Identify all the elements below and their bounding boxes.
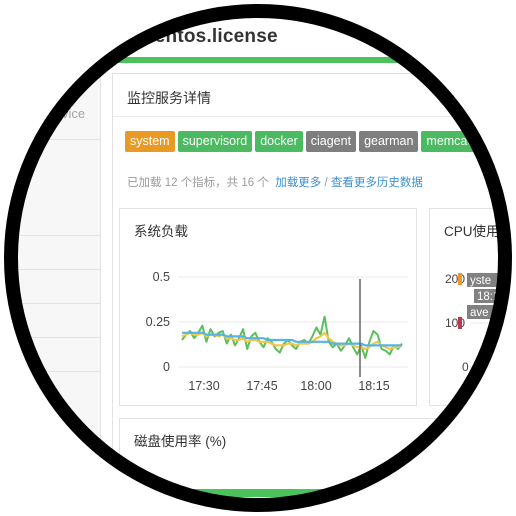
sidebar: vice [0, 63, 101, 516]
cpu-y-tick: 0 [462, 360, 469, 374]
service-tag-gearman[interactable]: gearman [359, 131, 419, 152]
metrics-count-text: 已加载 12 个指标，共 16 个 [127, 177, 269, 189]
system-load-chart[interactable]: 0.5 0.25 0 17:30 17:45 18:00 18:15 [120, 209, 416, 405]
metrics-summary: 已加载 12 个指标，共 16 个 加载更多 / 查看更多历史数据 [127, 174, 423, 190]
load-x-tick-label: 17:30 [188, 379, 219, 393]
page-title-prefix: i: [132, 26, 144, 47]
cpu-usage-chart[interactable]: 200 100 0 yste 18:1( ave [430, 209, 516, 405]
load-x-tick-label: 18:15 [358, 379, 389, 393]
cpu-tooltip-text: yste [470, 275, 491, 287]
sidebar-divider [0, 269, 100, 270]
sidebar-divider [0, 139, 100, 140]
history-data-link[interactable]: 查看更多历史数据 [331, 177, 423, 189]
panel-title: 监控服务详情 [127, 90, 211, 106]
service-tag-list: system supervisord docker ciagent gearman mem… [125, 131, 482, 153]
panel-header: 监控服务详情 [113, 74, 516, 117]
cpu-y-tick: 200 [445, 272, 465, 286]
load-y-tick-label: 0 [163, 360, 170, 374]
load-more-link[interactable]: 加载更多 [275, 177, 321, 189]
disk-usage-card: 磁盘使用率 (%) [119, 418, 516, 516]
cpu-tooltip-text: ave [470, 307, 489, 319]
cpu-legend-swatch [458, 317, 462, 329]
load-y-tick-label: 0.25 [146, 315, 170, 329]
service-detail-panel: 监控服务详情 system supervisord docker ciagent gea… [112, 73, 516, 516]
disk-usage-bar [130, 489, 430, 497]
sidebar-divider [0, 235, 100, 236]
service-tag-docker[interactable]: docker [255, 131, 303, 152]
cpu-tooltip-text: 18:1( [477, 291, 503, 303]
cpu-y-tick: 100 [445, 316, 465, 330]
service-tag-system[interactable]: system [125, 131, 175, 152]
load-y-tick-label: 0.5 [153, 270, 170, 284]
screen: i: centos.license vice 监控服务详情 system supe… [0, 0, 516, 516]
service-tag-memcac[interactable]: memcac [421, 131, 479, 152]
sidebar-divider [0, 303, 100, 304]
load-x-tick-label: 18:00 [300, 379, 331, 393]
status-bar [60, 57, 516, 63]
service-tag-supervisord[interactable]: supervisord [177, 131, 253, 152]
sidebar-divider [0, 371, 100, 372]
cpu-legend-swatch [458, 273, 462, 285]
load-series-line [181, 315, 403, 359]
header-bar: i: centos.license [40, 0, 516, 58]
page-title: centos.license [144, 26, 278, 47]
sidebar-item-label[interactable]: vice [62, 106, 85, 121]
sidebar-divider [0, 337, 100, 338]
service-tag-ciagent[interactable]: ciagent [305, 131, 357, 152]
link-separator: / [324, 177, 328, 189]
load-x-tick-label: 17:45 [246, 379, 277, 393]
cpu-usage-card: CPU使用 200 100 0 yste 18:1( ave [429, 208, 516, 406]
disk-usage-title: 磁盘使用率 (%) [134, 434, 227, 449]
system-load-card: 系统负载 0.5 0.25 0 17:30 17:45 18:00 18:15 [119, 208, 417, 406]
